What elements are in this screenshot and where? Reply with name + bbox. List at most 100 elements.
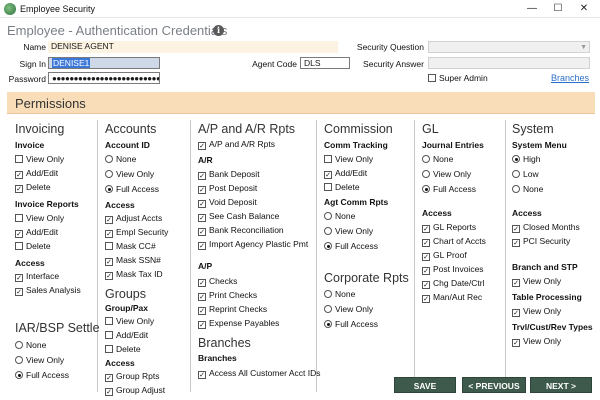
option-label: None <box>335 211 356 221</box>
comm-tracking-view-only-checkbox[interactable]: View Only <box>324 154 373 166</box>
branches-link[interactable]: Branches <box>551 73 589 83</box>
option-label: View Only <box>523 336 562 346</box>
checkmark-icon: ✓ <box>198 214 206 222</box>
option-label: Checks <box>209 276 238 286</box>
iar-bsp-none-radio[interactable]: None <box>15 340 46 352</box>
invoicing-access-subtitle: Access <box>15 258 45 268</box>
invoicing-title: Invoicing <box>15 122 65 136</box>
system-high-radio[interactable]: High <box>512 154 540 166</box>
invoice-delete-checkbox[interactable]: ✓ Delete <box>15 182 51 194</box>
group-adjust-checkbox[interactable]: ✓ Group Adjust <box>105 385 165 397</box>
checkmark-icon: ✓ <box>198 200 206 208</box>
group-pax-view-only-checkbox[interactable]: View Only <box>105 316 154 328</box>
void-deposit-checkbox[interactable]: ✓ Void Deposit <box>198 197 257 209</box>
checks-checkbox[interactable]: ✓ Checks <box>198 276 237 288</box>
account-id-none-radio[interactable]: None <box>105 154 136 166</box>
man-aut-rec-checkbox[interactable]: ✓ Man/Aut Rec <box>422 292 482 304</box>
option-label: Reprint Checks <box>209 304 268 314</box>
option-label: View Only <box>335 304 374 314</box>
agt-comm-view-only-radio[interactable]: View Only <box>324 226 373 238</box>
accounts-access-subtitle: Access <box>105 200 135 210</box>
branch-stp-subtitle: Branch and STP <box>512 262 578 272</box>
sales-analysis-checkbox[interactable]: ✓ Sales Analysis <box>15 285 81 297</box>
table-processing-view-only-checkbox[interactable]: ✓ View Only <box>512 306 561 318</box>
closed-months-checkbox[interactable]: ✓ Closed Months <box>512 222 580 234</box>
security-answer-field[interactable] <box>428 57 590 69</box>
pci-security-checkbox[interactable]: ✓ PCI Security <box>512 236 570 248</box>
radio-icon <box>324 212 332 220</box>
mask-ssn-checkbox[interactable]: ✓ Mask SSN# <box>105 255 161 267</box>
signin-field[interactable]: DENISE1 <box>48 57 160 69</box>
checkmark-icon: ✓ <box>198 321 206 329</box>
ap-ar-rpts-checkbox[interactable]: ✓ A/P and A/R Rpts <box>198 139 275 151</box>
agt-comm-full-access-radio[interactable]: Full Access <box>324 241 378 253</box>
import-agency-checkbox[interactable]: ✓ Import Agency Plastic Pmt <box>198 239 308 251</box>
invoice-reports-add-edit-checkbox[interactable]: ✓ Add/Edit <box>15 227 58 239</box>
group-pax-add-edit-checkbox[interactable]: Add/Edit <box>105 330 148 342</box>
option-label: Add/Edit <box>335 168 368 178</box>
chg-date-ctrl-checkbox[interactable]: ✓ Chg Date/Ctrl <box>422 278 485 290</box>
comm-tracking-add-edit-checkbox[interactable]: ✓ Add/Edit <box>324 168 367 180</box>
system-none-radio[interactable]: None <box>512 184 543 196</box>
info-icon[interactable]: i <box>213 25 224 36</box>
post-invoices-checkbox[interactable]: ✓ Post Invoices <box>422 264 484 276</box>
account-id-full-access-radio[interactable]: Full Access <box>105 184 159 196</box>
password-field[interactable]: ●●●●●●●●●●●●●●●●●●●●●●●●●●● <box>48 72 160 84</box>
iar-bsp-view-only-radio[interactable]: View Only <box>15 355 64 367</box>
agt-comm-none-radio[interactable]: None <box>324 211 355 223</box>
close-button[interactable]: ✕ <box>574 2 594 16</box>
option-label: View Only <box>523 306 562 316</box>
invoice-add-edit-checkbox[interactable]: ✓ Add/Edit <box>15 168 58 180</box>
invoice-reports-delete-checkbox[interactable]: Delete <box>15 241 51 253</box>
chart-of-accts-checkbox[interactable]: ✓ Chart of Accts <box>422 236 486 248</box>
corporate-rpts-view-only-radio[interactable]: View Only <box>324 304 373 316</box>
comm-tracking-delete-checkbox[interactable]: Delete <box>324 182 360 194</box>
super-admin-checkbox[interactable]: Super Admin <box>428 73 488 85</box>
group-pax-delete-checkbox[interactable]: Delete <box>105 344 141 356</box>
corporate-rpts-full-access-radio[interactable]: Full Access <box>324 319 378 331</box>
column-divider <box>414 120 415 392</box>
account-id-view-only-radio[interactable]: View Only <box>105 169 154 181</box>
system-low-radio[interactable]: Low <box>512 169 539 181</box>
journal-none-radio[interactable]: None <box>422 154 453 166</box>
trvl-cust-rev-view-only-checkbox[interactable]: ✓ View Only <box>512 336 561 348</box>
expense-payables-checkbox[interactable]: ✓ Expense Payables <box>198 318 279 330</box>
checkmark-icon: ✓ <box>105 230 113 238</box>
iar-bsp-full-access-radio[interactable]: Full Access <box>15 370 69 382</box>
name-field[interactable]: DENISE AGENT <box>48 41 338 53</box>
adjust-accts-checkbox[interactable]: ✓ Adjust Accts <box>105 213 162 225</box>
account-id-subtitle: Account ID <box>105 140 150 150</box>
invoice-reports-view-only-checkbox[interactable]: View Only <box>15 213 64 225</box>
interface-checkbox[interactable]: ✓ Interface <box>15 271 59 283</box>
next-button[interactable]: NEXT > <box>530 377 592 393</box>
option-label: Empl Security <box>116 227 169 237</box>
access-all-customer-acct-ids-checkbox[interactable]: ✓ Access All Customer Acct IDs <box>198 368 320 380</box>
reprint-checks-checkbox[interactable]: ✓ Reprint Checks <box>198 304 267 316</box>
corporate-rpts-title: Corporate Rpts <box>324 271 409 285</box>
security-question-select[interactable]: ▼ <box>428 41 590 53</box>
gl-reports-checkbox[interactable]: ✓ GL Reports <box>422 222 476 234</box>
previous-button[interactable]: < PREVIOUS <box>462 377 526 393</box>
checkbox-icon <box>105 331 113 339</box>
journal-full-access-radio[interactable]: Full Access <box>422 184 476 196</box>
corporate-rpts-none-radio[interactable]: None <box>324 289 355 301</box>
option-label: Add/Edit <box>26 227 59 237</box>
empl-security-checkbox[interactable]: ✓ Empl Security <box>105 227 168 239</box>
branch-stp-view-only-checkbox[interactable]: ✓ View Only <box>512 276 561 288</box>
maximize-button[interactable]: ☐ <box>548 2 568 16</box>
option-label: View Only <box>26 213 65 223</box>
print-checks-checkbox[interactable]: ✓ Print Checks <box>198 290 257 302</box>
mask-cc-checkbox[interactable]: Mask CC# <box>105 241 156 253</box>
post-deposit-checkbox[interactable]: ✓ Post Deposit <box>198 183 257 195</box>
bank-deposit-checkbox[interactable]: ✓ Bank Deposit <box>198 169 260 181</box>
save-button[interactable]: SAVE <box>394 377 456 393</box>
iar-bsp-title: IAR/BSP Settle <box>15 321 100 335</box>
minimize-button[interactable]: — <box>522 2 542 16</box>
group-rpts-checkbox[interactable]: ✓ Group Rpts <box>105 371 159 383</box>
bank-reconciliation-checkbox[interactable]: ✓ Bank Reconciliation <box>198 225 284 237</box>
invoice-view-only-checkbox[interactable]: View Only <box>15 154 64 166</box>
see-cash-balance-checkbox[interactable]: ✓ See Cash Balance <box>198 211 279 223</box>
journal-view-only-radio[interactable]: View Only <box>422 169 471 181</box>
gl-proof-checkbox[interactable]: ✓ GL Proof <box>422 250 467 262</box>
mask-tax-id-checkbox[interactable]: ✓ Mask Tax ID <box>105 269 163 281</box>
